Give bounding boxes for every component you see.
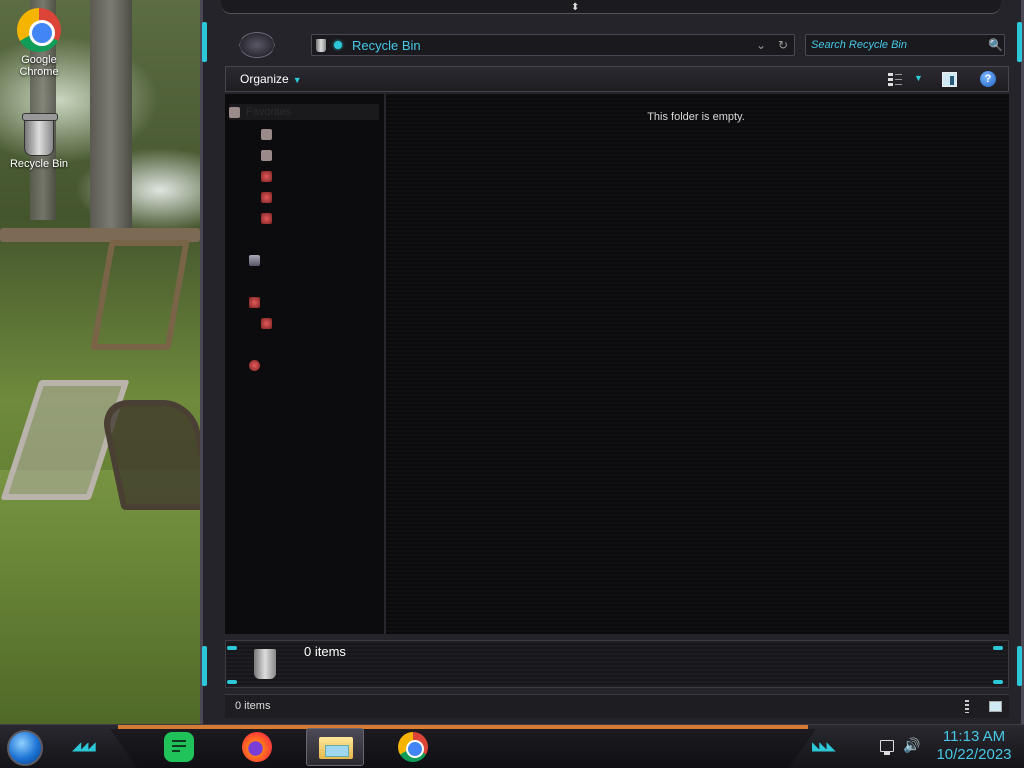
drive-icon [261, 317, 272, 329]
window-edge-accent [1017, 22, 1022, 62]
desktop-icon-label: Google Chrome [19, 54, 59, 78]
chrome-icon [398, 732, 428, 762]
desktop-icon-label: Recycle Bin [9, 158, 69, 170]
taskbar: ◢◢◢ ◣◣◣ 🔊 11:13 AM 10/22/2023 [0, 724, 1024, 768]
command-bar: Organize ▼ ▼ ? [225, 66, 1009, 92]
title-bar[interactable]: ⬍ [221, 0, 1001, 14]
breadcrumb-arrow-icon[interactable] [334, 41, 342, 49]
network-icon[interactable] [880, 740, 894, 755]
recycle-bin-icon [254, 649, 276, 679]
folder-icon [261, 170, 272, 182]
wallpaper-tree [90, 0, 132, 230]
chevron-down-icon: ▼ [292, 75, 302, 85]
nav-item-folder[interactable] [261, 147, 278, 163]
explorer-window: ⬍ Recycle Bin ⌄ ↻ 🔍 Organize▼ ▼ ? Favori… [200, 0, 1024, 724]
chrome-icon [17, 8, 61, 52]
status-item-count: 0 items [235, 700, 271, 712]
address-dropdown-icon[interactable]: ⌄ [750, 38, 772, 52]
taskbar-decoration-icon: ◣◣◣ [812, 739, 836, 753]
back-forward-button[interactable] [239, 32, 275, 58]
file-list-pane[interactable]: This folder is empty. [386, 94, 1009, 634]
homegroup-icon [249, 254, 260, 266]
address-location[interactable]: Recycle Bin [352, 38, 750, 53]
details-view-icon[interactable] [965, 700, 969, 713]
desktop-icon-chrome[interactable]: Google Chrome [2, 8, 76, 78]
nav-item-network[interactable] [249, 357, 266, 373]
corner-accent [227, 646, 237, 650]
large-icons-view-icon[interactable] [989, 701, 1002, 712]
taskbar-decoration-icon: ◢◢◢ [72, 739, 96, 753]
volume-icon[interactable]: 🔊 [903, 737, 920, 754]
search-box[interactable]: 🔍 [805, 34, 1005, 56]
system-clock[interactable]: 11:13 AM 10/22/2023 [928, 728, 1020, 764]
nav-item-homegroup[interactable] [249, 252, 266, 268]
search-input[interactable] [811, 39, 988, 51]
taskbar-app-file-explorer[interactable] [306, 728, 364, 766]
organize-label: Organize [240, 72, 289, 86]
window-edge-accent [1017, 646, 1022, 686]
refresh-icon[interactable]: ↻ [772, 38, 794, 52]
network-icon [249, 359, 260, 371]
clock-date: 10/22/2023 [936, 746, 1012, 763]
organize-menu-button[interactable]: Organize ▼ [240, 72, 302, 86]
view-options-chevron-icon[interactable]: ▼ [914, 73, 923, 83]
nav-item-drive[interactable] [261, 315, 278, 331]
address-bar[interactable]: Recycle Bin ⌄ ↻ [311, 34, 795, 56]
window-edge-accent [202, 22, 207, 62]
nav-item-label: Favorites [246, 106, 292, 118]
folder-icon [261, 191, 272, 203]
corner-accent [227, 680, 237, 684]
firefox-icon [242, 732, 272, 762]
folder-icon [261, 149, 272, 161]
recycle-bin-icon [316, 38, 326, 52]
nav-item-folder[interactable] [261, 189, 278, 205]
taskbar-app-chrome[interactable] [396, 730, 430, 764]
wallpaper-chair [90, 240, 190, 350]
clock-time: 11:13 AM [942, 728, 1006, 745]
nav-item-folder[interactable] [261, 168, 278, 184]
details-pane: 0 items [225, 640, 1009, 688]
favorites-icon [229, 106, 240, 118]
navigation-pane: Favorites [225, 94, 385, 634]
search-icon[interactable]: 🔍 [988, 38, 1004, 52]
nav-item-favorites[interactable]: Favorites [229, 104, 379, 120]
taskbar-dock [110, 729, 816, 768]
help-icon[interactable]: ? [980, 71, 996, 87]
taskbar-app-firefox[interactable] [240, 730, 274, 764]
folder-icon [261, 212, 272, 224]
nav-item-folder[interactable] [261, 126, 278, 142]
corner-accent [993, 646, 1003, 650]
taskbar-app-sheets[interactable] [162, 730, 196, 764]
change-view-icon[interactable] [888, 72, 902, 86]
corner-accent [993, 680, 1003, 684]
nav-item-computer[interactable] [249, 294, 266, 310]
details-item-count: 0 items [304, 644, 346, 659]
desktop-icon-recycle-bin[interactable]: Recycle Bin [2, 113, 76, 170]
window-edge-accent [202, 646, 207, 686]
computer-icon [249, 296, 260, 308]
folder-icon [261, 128, 272, 140]
nav-item-folder[interactable] [261, 210, 278, 226]
recycle-bin-icon [22, 113, 58, 156]
sheets-icon [164, 732, 194, 762]
file-explorer-icon [319, 737, 353, 759]
pin-icon: ⬍ [571, 2, 580, 13]
preview-pane-icon[interactable] [942, 72, 957, 87]
empty-folder-message: This folder is empty. [647, 111, 745, 123]
taskbar-accent-strip [118, 725, 808, 729]
start-button[interactable] [7, 730, 43, 766]
status-bar: 0 items [225, 694, 1009, 718]
